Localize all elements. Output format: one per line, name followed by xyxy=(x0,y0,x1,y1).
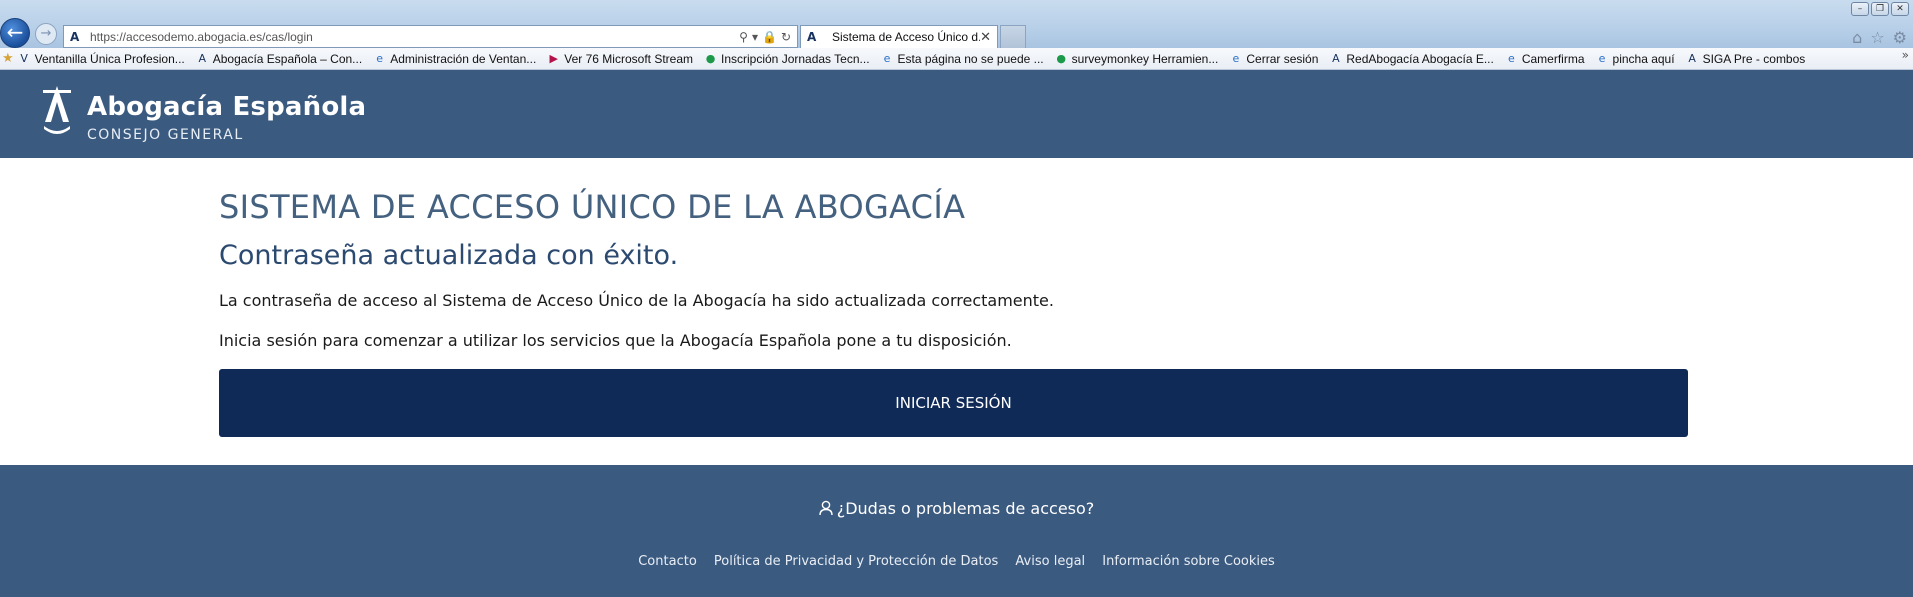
favorite-label: RedAbogacía Abogacía E... xyxy=(1346,51,1494,66)
favorites-list: V Ventanilla Única Profesion... A Abogacía … xyxy=(18,52,1817,66)
forward-arrow-icon[interactable]: → xyxy=(35,23,57,45)
brand-name[interactable]: Abogacía Española xyxy=(87,92,366,122)
close-tab-icon[interactable]: ✕ xyxy=(980,30,991,45)
favorite-label: pincha aquí xyxy=(1612,51,1675,66)
favorite-site-icon: ▶ xyxy=(549,52,559,65)
favorites-star-icon[interactable]: ★ xyxy=(2,51,14,66)
search-icon[interactable]: ⚲ xyxy=(739,30,748,44)
footer-link-privacy[interactable]: Política de Privacidad y Protección de D… xyxy=(714,554,998,569)
favorite-site-icon: A xyxy=(1332,52,1340,65)
success-heading: Contraseña actualizada con éxito. xyxy=(219,240,679,271)
favorite-site-icon: e xyxy=(1507,52,1515,65)
new-tab-button[interactable] xyxy=(1000,25,1026,48)
user-icon xyxy=(819,500,833,516)
favorite-label: Ver 76 Microsoft Stream xyxy=(564,51,693,66)
favorite-site-icon: e xyxy=(1598,52,1606,65)
dropdown-arrow-icon[interactable]: ▾ xyxy=(752,30,758,44)
favorite-item[interactable]: ● surveymonkey Herramien... xyxy=(1055,51,1219,66)
help-link[interactable]: ¿Dudas o problemas de acceso? xyxy=(0,499,1913,518)
favorite-label: Ventanilla Única Profesion... xyxy=(34,51,185,66)
favorite-label: Cerrar sesión xyxy=(1246,51,1319,66)
close-window-icon[interactable]: ✕ xyxy=(1891,2,1909,16)
favorite-site-icon: A xyxy=(198,52,207,65)
favorites-star-icon[interactable]: ☆ xyxy=(1870,28,1884,47)
help-label: ¿Dudas o problemas de acceso? xyxy=(836,499,1095,518)
favorite-item[interactable]: e Camerfirma xyxy=(1505,52,1585,66)
favorite-item[interactable]: e Cerrar sesión xyxy=(1229,52,1318,66)
footer-link-cookies[interactable]: Información sobre Cookies xyxy=(1102,554,1275,569)
success-message: La contraseña de acceso al Sistema de Ac… xyxy=(219,291,1054,310)
favorite-item[interactable]: V Ventanilla Única Profesion... xyxy=(18,51,185,66)
favorite-item[interactable]: A SIGA Pre - combos xyxy=(1686,51,1806,66)
page-title: SISTEMA DE ACCESO ÚNICO DE LA ABOGACÍA xyxy=(219,188,966,226)
back-arrow-icon[interactable]: ← xyxy=(0,18,30,48)
favorite-site-icon: e xyxy=(376,52,384,65)
favorite-item[interactable]: e Esta página no se puede ... xyxy=(881,52,1044,66)
home-icon[interactable]: ⌂ xyxy=(1852,28,1862,47)
login-button[interactable]: INICIAR SESIÓN xyxy=(219,369,1688,437)
favorite-label: Camerfirma xyxy=(1521,51,1585,66)
site-favicon-icon: A xyxy=(70,29,80,44)
favorite-item[interactable]: ▶ Ver 76 Microsoft Stream xyxy=(547,52,693,66)
address-bar[interactable]: A https://accesodemo.abogacia.es/cas/log… xyxy=(63,25,798,48)
favorite-item[interactable]: e pincha aquí xyxy=(1596,52,1675,66)
chevron-more-icon[interactable]: » xyxy=(1902,48,1909,62)
tab-favicon-icon: A xyxy=(807,30,817,44)
site-footer: ¿Dudas o problemas de acceso? Contacto P… xyxy=(0,465,1913,597)
abogacia-logo-icon[interactable] xyxy=(41,84,73,134)
favorite-label: Administración de Ventan... xyxy=(390,51,537,66)
favorites-bar: ★ V Ventanilla Única Profesion... A Abogací… xyxy=(0,48,1913,70)
footer-link-legal[interactable]: Aviso legal xyxy=(1015,554,1085,569)
brand-subtitle: CONSEJO GENERAL xyxy=(87,127,244,143)
favorite-label: surveymonkey Herramien... xyxy=(1071,51,1219,66)
favorite-label: Abogacía Española – Con... xyxy=(212,51,363,66)
favorite-site-icon: ● xyxy=(705,52,716,65)
restore-icon[interactable]: ❐ xyxy=(1871,2,1889,16)
favorite-site-icon: A xyxy=(1688,52,1696,65)
address-bar-tools: ⚲ ▾ 🔒 ↻ xyxy=(739,30,797,44)
tab-title: Sistema de Acceso Único d... xyxy=(832,30,981,44)
favorite-site-icon: ● xyxy=(1056,52,1066,65)
favorite-label: Esta página no se puede ... xyxy=(897,51,1044,66)
favorite-site-icon: e xyxy=(1232,52,1240,65)
info-message: Inicia sesión para comenzar a utilizar l… xyxy=(219,331,1012,350)
favorite-label: Inscripción Jornadas Tecn... xyxy=(721,51,870,66)
refresh-icon[interactable]: ↻ xyxy=(781,30,791,44)
favorite-item[interactable]: A RedAbogacía Abogacía E... xyxy=(1329,51,1494,66)
url-text[interactable]: https://accesodemo.abogacia.es/cas/login xyxy=(90,30,739,44)
window-controls: – ❐ ✕ xyxy=(1851,2,1909,16)
gear-icon[interactable]: ⚙ xyxy=(1893,28,1907,47)
browser-tools: ⌂ ☆ ⚙ xyxy=(1852,28,1907,47)
favorite-site-icon: V xyxy=(20,52,28,65)
tab-active[interactable]: A Sistema de Acceso Único d... ✕ xyxy=(800,25,998,48)
favorite-label: SIGA Pre - combos xyxy=(1702,51,1806,66)
footer-links: Contacto Política de Privacidad y Protec… xyxy=(0,550,1913,569)
favorite-item[interactable]: A Abogacía Española – Con... xyxy=(196,52,362,66)
site-header: Abogacía Española CONSEJO GENERAL xyxy=(0,70,1913,158)
favorite-item[interactable]: e Administración de Ventan... xyxy=(373,52,536,66)
browser-titlebar: ← → A https://accesodemo.abogacia.es/cas… xyxy=(0,0,1913,48)
footer-link-contact[interactable]: Contacto xyxy=(638,554,697,569)
minimize-icon[interactable]: – xyxy=(1851,2,1869,16)
lock-icon[interactable]: 🔒 xyxy=(762,30,777,44)
favorite-item[interactable]: ● Inscripción Jornadas Tecn... xyxy=(704,52,870,66)
favorite-site-icon: e xyxy=(883,52,891,65)
